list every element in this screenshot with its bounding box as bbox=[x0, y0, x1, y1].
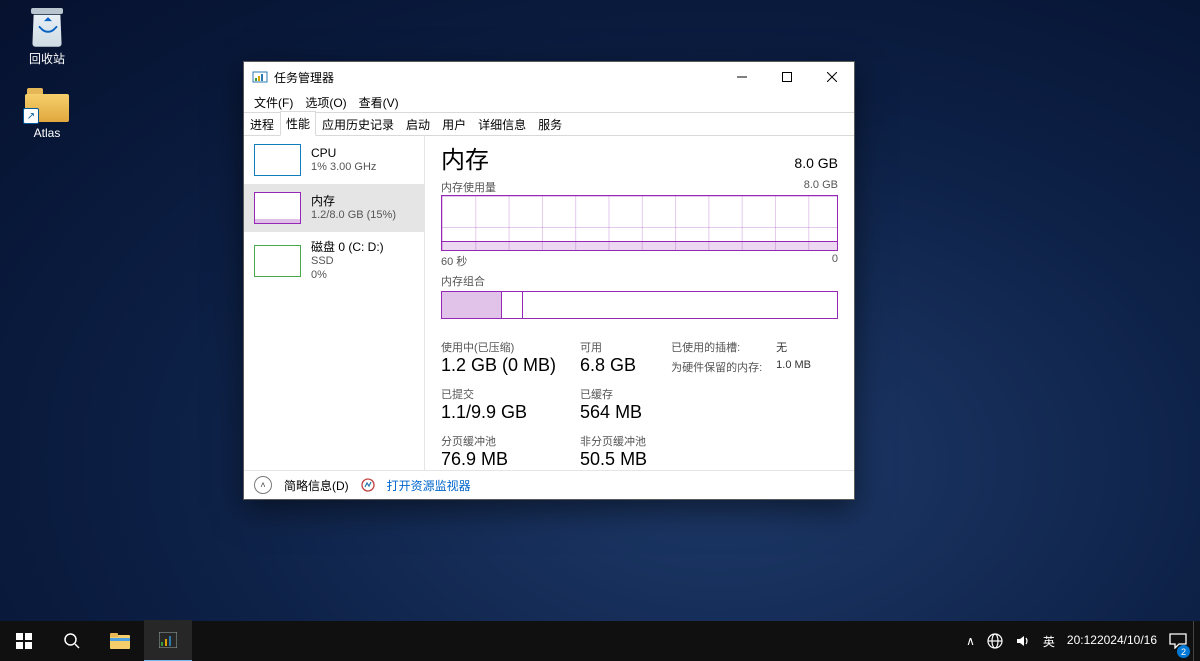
taskbar-task-manager[interactable] bbox=[144, 620, 192, 661]
axis-left: 60 秒 bbox=[441, 253, 467, 269]
memory-mini-chart-icon bbox=[254, 192, 301, 224]
menu-file[interactable]: 文件(F) bbox=[248, 93, 299, 112]
slots-label: 已使用的插槽: bbox=[671, 339, 762, 355]
open-resource-monitor-link[interactable]: 打开资源监视器 bbox=[387, 477, 471, 494]
folder-icon: ↗ bbox=[25, 80, 69, 124]
stat-in-use-label: 使用中(已压缩) bbox=[441, 339, 556, 355]
sidebar-item-sub2: 0% bbox=[311, 269, 384, 283]
stat-paged-label: 分页缓冲池 bbox=[441, 433, 556, 449]
chart-max: 8.0 GB bbox=[804, 179, 838, 195]
clock-time: 20:12 bbox=[1067, 634, 1097, 648]
stat-in-use-value: 1.2 GB (0 MB) bbox=[441, 355, 556, 376]
desktop-icon-label: 回收站 bbox=[10, 50, 84, 67]
sidebar-item-title: 内存 bbox=[311, 194, 396, 209]
memory-stats: 使用中(已压缩) 1.2 GB (0 MB) 已提交 1.1/9.9 GB 分页… bbox=[441, 339, 838, 470]
tray-ime-indicator[interactable]: 英 bbox=[1037, 621, 1061, 661]
memory-panel: 内存 8.0 GB 内存使用量 8.0 GB 60 秒 0 内存组合 bbox=[425, 136, 854, 470]
tab-performance[interactable]: 性能 bbox=[280, 111, 316, 136]
menu-view[interactable]: 查看(V) bbox=[353, 93, 405, 112]
sidebar-item-title: CPU bbox=[311, 146, 376, 161]
resource-monitor-icon bbox=[361, 478, 375, 492]
sidebar-item-sub: 1% 3.00 GHz bbox=[311, 161, 376, 175]
tab-details[interactable]: 详细信息 bbox=[472, 112, 532, 136]
close-button[interactable] bbox=[809, 62, 854, 92]
start-button[interactable] bbox=[0, 621, 48, 661]
memory-heading: 内存 bbox=[441, 140, 489, 175]
system-tray: ∧ 英 20:12 2024/10/16 2 bbox=[960, 621, 1200, 661]
composition-label: 内存组合 bbox=[441, 273, 485, 289]
performance-sidebar: CPU 1% 3.00 GHz 内存 1.2/8.0 GB (15%) 磁盘 0… bbox=[244, 136, 425, 470]
reserved-label: 为硬件保留的内存: bbox=[671, 359, 762, 375]
clock-date: 2024/10/16 bbox=[1097, 634, 1157, 648]
stat-nonpaged-label: 非分页缓冲池 bbox=[580, 433, 647, 449]
tab-users[interactable]: 用户 bbox=[436, 112, 472, 136]
minimize-button[interactable] bbox=[719, 62, 764, 92]
tray-network-icon[interactable] bbox=[981, 621, 1009, 661]
tab-processes[interactable]: 进程 bbox=[244, 112, 280, 136]
chevron-up-icon[interactable]: ˄ bbox=[254, 476, 272, 494]
tray-clock[interactable]: 20:12 2024/10/16 bbox=[1061, 621, 1163, 661]
sidebar-item-memory[interactable]: 内存 1.2/8.0 GB (15%) bbox=[244, 184, 424, 232]
titlebar[interactable]: 任务管理器 bbox=[244, 62, 854, 92]
slots-value: 无 bbox=[776, 339, 811, 355]
notification-badge: 2 bbox=[1177, 645, 1190, 658]
stat-available-label: 可用 bbox=[580, 339, 647, 355]
app-icon bbox=[252, 69, 268, 85]
memory-total: 8.0 GB bbox=[794, 155, 838, 171]
tray-action-center[interactable]: 2 bbox=[1163, 621, 1193, 661]
stat-committed-label: 已提交 bbox=[441, 386, 556, 402]
sidebar-item-sub: SSD bbox=[311, 255, 384, 269]
tray-chevron-up-icon[interactable]: ∧ bbox=[960, 621, 981, 661]
memory-composition-bar[interactable] bbox=[441, 291, 838, 319]
tab-app-history[interactable]: 应用历史记录 bbox=[316, 112, 400, 136]
task-manager-window: 任务管理器 文件(F) 选项(O) 查看(V) 进程 性能 应用历史记录 启动 … bbox=[243, 61, 855, 500]
memory-usage-chart[interactable] bbox=[441, 195, 838, 251]
sidebar-item-disk[interactable]: 磁盘 0 (C: D:) SSD 0% bbox=[244, 232, 424, 291]
axis-right: 0 bbox=[832, 253, 838, 269]
fewer-details-link[interactable]: 简略信息(D) bbox=[284, 477, 349, 494]
tab-startup[interactable]: 启动 bbox=[400, 112, 436, 136]
maximize-button[interactable] bbox=[764, 62, 809, 92]
desktop-icon-label: Atlas bbox=[10, 126, 84, 140]
menu-bar: 文件(F) 选项(O) 查看(V) bbox=[244, 92, 854, 112]
taskbar: ∧ 英 20:12 2024/10/16 2 bbox=[0, 621, 1200, 661]
desktop-icon-atlas-folder[interactable]: ↗ Atlas bbox=[10, 80, 84, 140]
tab-bar: 进程 性能 应用历史记录 启动 用户 详细信息 服务 bbox=[244, 112, 854, 136]
disk-mini-chart-icon bbox=[254, 245, 301, 277]
desktop-icon-recycle-bin[interactable]: 回收站 bbox=[10, 4, 84, 67]
stat-paged-value: 76.9 MB bbox=[441, 449, 556, 470]
sidebar-item-title: 磁盘 0 (C: D:) bbox=[311, 240, 384, 255]
tab-services[interactable]: 服务 bbox=[532, 112, 568, 136]
stat-nonpaged-value: 50.5 MB bbox=[580, 449, 647, 470]
window-title: 任务管理器 bbox=[274, 69, 334, 86]
recycle-bin-icon bbox=[25, 4, 69, 48]
stat-available-value: 6.8 GB bbox=[580, 355, 647, 376]
taskbar-file-explorer[interactable] bbox=[96, 621, 144, 661]
stat-cached-label: 已缓存 bbox=[580, 386, 647, 402]
sidebar-item-sub: 1.2/8.0 GB (15%) bbox=[311, 209, 396, 223]
cpu-mini-chart-icon bbox=[254, 144, 301, 176]
chart-label: 内存使用量 bbox=[441, 179, 496, 195]
menu-options[interactable]: 选项(O) bbox=[299, 93, 352, 112]
reserved-value: 1.0 MB bbox=[776, 359, 811, 375]
tray-volume-icon[interactable] bbox=[1009, 621, 1037, 661]
window-footer: ˄ 简略信息(D) 打开资源监视器 bbox=[244, 470, 854, 499]
show-desktop-button[interactable] bbox=[1193, 621, 1200, 661]
sidebar-item-cpu[interactable]: CPU 1% 3.00 GHz bbox=[244, 136, 424, 184]
stat-cached-value: 564 MB bbox=[580, 402, 647, 423]
search-button[interactable] bbox=[48, 621, 96, 661]
stat-committed-value: 1.1/9.9 GB bbox=[441, 402, 556, 423]
